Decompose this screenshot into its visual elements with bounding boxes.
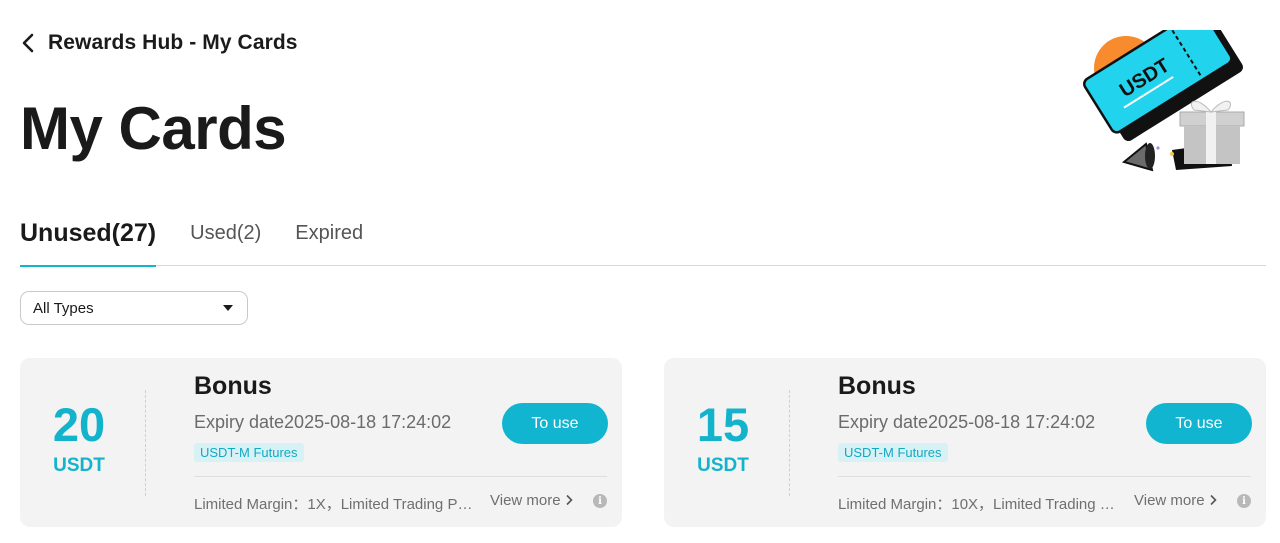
card-title: Bonus: [194, 372, 272, 400]
card-currency: USDT: [53, 455, 105, 476]
card-tag: USDT-M Futures: [194, 443, 304, 462]
card-expiry: Expiry date2025-08-18 17:24:02: [838, 412, 1096, 432]
tab-expired[interactable]: Expired: [295, 200, 363, 266]
type-filter-dropdown[interactable]: All Types: [20, 291, 248, 325]
tab-used[interactable]: Used(2): [190, 200, 261, 266]
card-currency: USDT: [697, 455, 749, 476]
card-divider: [789, 390, 790, 496]
card-limits: Limited Margin：10X，Limited Trading Pairs…: [838, 496, 1123, 513]
tab-unused[interactable]: Unused(27): [20, 200, 157, 267]
to-use-button[interactable]: To use: [1146, 403, 1252, 444]
card-amount: 15: [696, 398, 750, 451]
chevron-right-icon: [1209, 493, 1217, 509]
reward-card: 15 USDT Bonus Expiry date2025-08-18 17:2…: [664, 358, 1266, 527]
view-more-link[interactable]: View more: [490, 492, 573, 509]
page-title: My Cards: [20, 95, 287, 162]
view-more-label: View more: [490, 492, 561, 509]
card-separator: [194, 476, 607, 477]
top-bar: Rewards Hub - My Cards: [20, 28, 298, 58]
info-icon[interactable]: i: [593, 494, 607, 508]
type-filter-value: All Types: [33, 299, 94, 317]
card-tag: USDT-M Futures: [838, 443, 948, 462]
tab-bar: Unused(27) Used(2) Expired: [20, 200, 1266, 267]
view-more-link[interactable]: View more: [1134, 492, 1217, 509]
reward-card: 20 USDT Bonus Expiry date2025-08-18 17:2…: [20, 358, 622, 527]
chevron-left-icon[interactable]: [20, 32, 38, 54]
card-divider: [145, 390, 146, 496]
caret-down-icon: [223, 305, 233, 311]
card-amount: 20: [52, 398, 106, 451]
card-separator: [838, 476, 1251, 477]
card-limits: Limited Margin：1X，Limited Trading Pairs：…: [194, 496, 479, 513]
card-value: 20 USDT: [20, 398, 138, 478]
view-more-label: View more: [1134, 492, 1205, 509]
card-expiry: Expiry date2025-08-18 17:24:02: [194, 412, 452, 432]
to-use-button[interactable]: To use: [502, 403, 608, 444]
usdt-ticket-gift-illustration: USDT: [1080, 8, 1252, 180]
card-value: 15 USDT: [664, 398, 782, 478]
breadcrumb: Rewards Hub - My Cards: [48, 31, 298, 54]
chevron-right-icon: [565, 493, 573, 509]
info-icon[interactable]: i: [1237, 494, 1251, 508]
card-title: Bonus: [838, 372, 916, 400]
